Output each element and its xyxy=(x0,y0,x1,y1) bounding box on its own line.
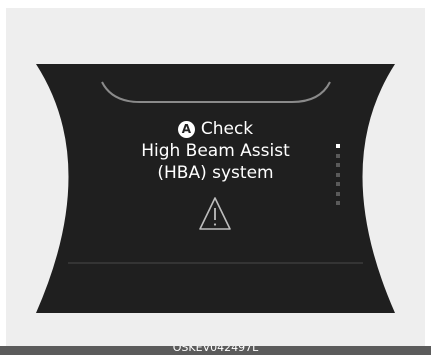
scroll-dot xyxy=(336,201,340,205)
scroll-dot-active xyxy=(336,144,340,148)
scroll-dot xyxy=(336,172,340,177)
message-line-3: (HBA) system xyxy=(157,163,274,183)
caption-bar: OSKEV042497L xyxy=(0,346,431,355)
figure: A Check High Beam Assist (HBA) system OSK… xyxy=(0,0,431,355)
message-check-text: Check xyxy=(200,119,254,139)
message-line-1: A Check xyxy=(0,119,431,139)
figure-code: OSKEV042497L xyxy=(172,346,259,354)
message-line-2: High Beam Assist xyxy=(141,141,290,161)
scroll-dot xyxy=(336,182,340,186)
callout-marker: A xyxy=(177,121,195,138)
scroll-dot xyxy=(336,163,340,167)
scroll-dot xyxy=(336,191,340,196)
scroll-dot xyxy=(336,153,340,158)
page-scroll-indicator xyxy=(336,144,341,210)
